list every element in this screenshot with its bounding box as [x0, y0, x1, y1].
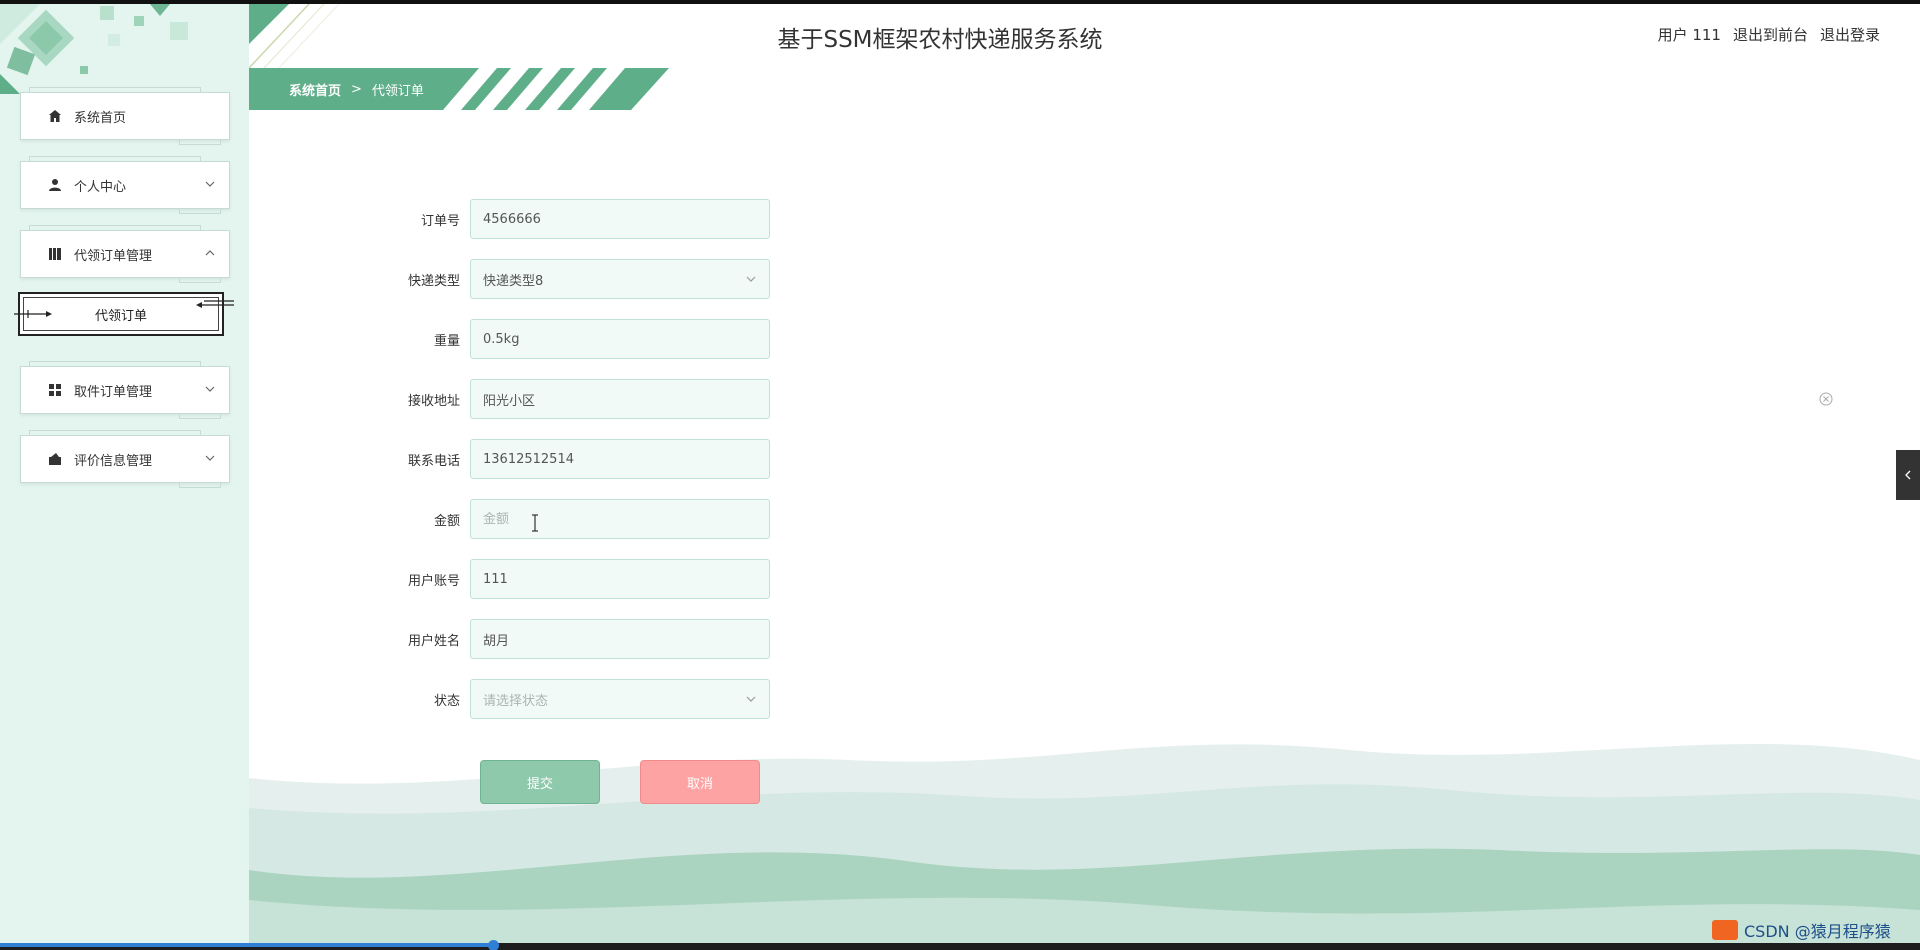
sidebar-subitem-proxy-order[interactable]: 代领订单: [14, 292, 234, 336]
sidebar-item-proxy-order-mgmt[interactable]: 代领订单管理: [20, 225, 230, 283]
csdn-logo-icon: [1712, 920, 1738, 940]
amount-input[interactable]: [483, 511, 757, 527]
video-progress-fill: [0, 943, 493, 947]
sidebar-item-personal-center[interactable]: 个人中心: [20, 156, 230, 214]
logout-link[interactable]: 退出登录: [1820, 24, 1880, 45]
user-links: 用户 111 退出到前台 退出登录: [1658, 24, 1880, 45]
address-input[interactable]: [483, 391, 757, 407]
watermark: CSDN @猿月程序猿: [1712, 918, 1891, 942]
address-field-wrapper: [470, 379, 770, 419]
chevron-up-icon: [205, 250, 215, 256]
chevron-down-icon: [205, 181, 215, 187]
express-type-value: 快递类型8: [483, 273, 544, 289]
grid-icon: [47, 382, 63, 398]
form-row-name: 用户姓名: [380, 619, 770, 659]
submit-button[interactable]: 提交: [480, 760, 600, 804]
home-icon: [47, 108, 63, 124]
video-progress-handle[interactable]: [488, 940, 499, 950]
comment-icon: [47, 451, 63, 467]
weight-field-wrapper: [470, 319, 770, 359]
sidebar-item-home[interactable]: 系统首页: [20, 87, 230, 145]
form-row-status: 状态 请选择状态: [380, 679, 770, 719]
order-no-label: 订单号: [420, 213, 460, 229]
sidebar-item-label: 取件订单管理: [74, 384, 153, 400]
amount-field-wrapper: [470, 499, 770, 539]
status-label: 状态: [433, 693, 460, 709]
express-type-select[interactable]: 快递类型8: [470, 259, 770, 299]
phone-input[interactable]: [483, 451, 757, 467]
breadcrumb-home[interactable]: 系统首页: [289, 80, 341, 99]
phone-label: 联系电话: [407, 453, 460, 469]
cancel-button[interactable]: 取消: [640, 760, 760, 804]
form-row-address: 接收地址: [380, 379, 770, 419]
weight-label: 重量: [433, 333, 460, 349]
name-input[interactable]: [483, 631, 757, 647]
sidebar: 系统首页 个人中心 代领订单管理 代领订单 取件订单管理 评价信息管理: [0, 4, 249, 943]
sidebar-item-label: 代领订单管理: [74, 248, 153, 264]
header-decoration: [249, 4, 340, 68]
breadcrumb-current: 代领订单: [371, 84, 424, 99]
sidebar-item-label: 个人中心: [74, 179, 127, 195]
form-row-phone: 联系电话: [380, 439, 770, 479]
sidebar-item-pickup-order-mgmt[interactable]: 取件订单管理: [20, 361, 230, 419]
form-row-amount: 金额: [380, 499, 770, 539]
chevron-down-icon: [746, 696, 756, 702]
sidebar-item-label: 系统首页: [74, 110, 127, 126]
amount-label: 金额: [433, 513, 460, 529]
name-field-wrapper: [470, 619, 770, 659]
address-label: 接收地址: [407, 393, 460, 409]
back-to-front-link[interactable]: 退出到前台: [1733, 24, 1808, 45]
close-circle-icon[interactable]: [1819, 392, 1833, 406]
status-select[interactable]: 请选择状态: [470, 679, 770, 719]
weight-input[interactable]: [483, 331, 757, 347]
breadcrumb: 系统首页 > 代领订单: [289, 80, 424, 99]
sidebar-decoration: [0, 4, 188, 94]
account-field-wrapper: [470, 559, 770, 599]
form-row-weight: 重量: [380, 319, 770, 359]
name-label: 用户姓名: [407, 633, 460, 649]
user-icon: [47, 177, 63, 193]
book-icon: [47, 246, 63, 262]
form-row-account: 用户账号: [380, 559, 770, 599]
account-input[interactable]: [483, 571, 757, 587]
breadcrumb-separator: >: [351, 82, 362, 97]
sidebar-item-review-mgmt[interactable]: 评价信息管理: [20, 430, 230, 488]
form-row-order-no: 订单号: [380, 199, 770, 239]
order-no-field-wrapper: [470, 199, 770, 239]
arrow-left-icon: [196, 300, 234, 308]
chevron-down-icon: [205, 386, 215, 392]
side-panel-toggle[interactable]: [1896, 450, 1920, 500]
arrow-right-icon: [14, 310, 52, 318]
chevron-down-icon: [205, 455, 215, 461]
text-cursor-icon: [532, 514, 538, 532]
account-label: 用户账号: [407, 573, 460, 589]
chevron-down-icon: [746, 276, 756, 282]
express-type-label: 快递类型: [407, 273, 460, 289]
phone-field-wrapper: [470, 439, 770, 479]
sidebar-subitem-label: 代领订单: [94, 308, 147, 324]
sidebar-item-label: 评价信息管理: [74, 453, 153, 469]
status-placeholder: 请选择状态: [483, 693, 549, 709]
user-name-label: 用户 111: [1657, 26, 1721, 44]
chevron-left-icon: [1905, 470, 1911, 480]
form-row-express-type: 快递类型 快递类型8: [380, 259, 770, 299]
watermark-text: CSDN @猿月程序猿: [1744, 922, 1891, 941]
order-no-input[interactable]: [483, 211, 757, 227]
site-title: 基于SSM框架农村快递服务系统: [777, 27, 1103, 53]
